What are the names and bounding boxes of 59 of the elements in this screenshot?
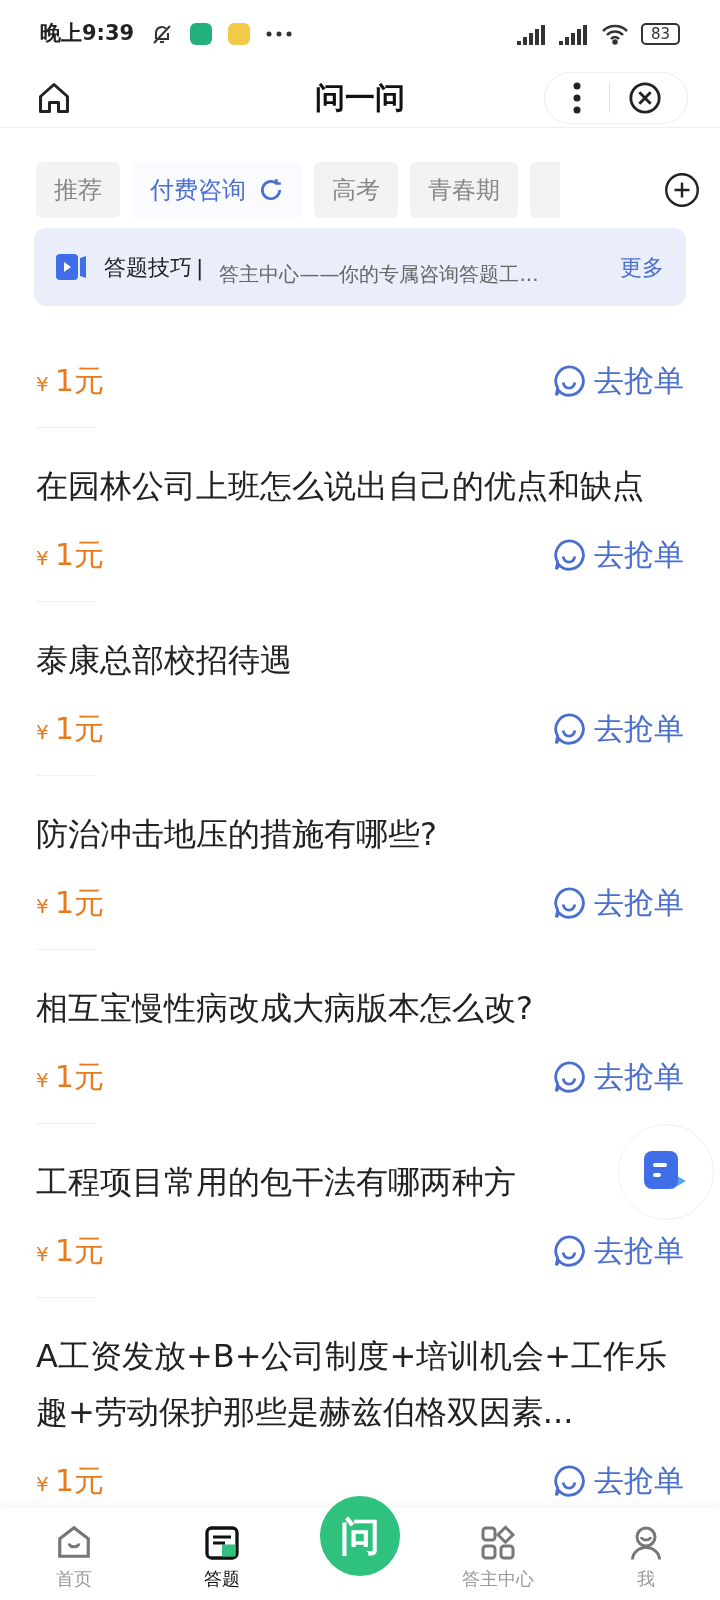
nav-tab[interactable]: 答主中心 [448, 1525, 548, 1592]
nav-tab[interactable]: 首页 [24, 1523, 124, 1592]
question-title[interactable]: 在园林公司上班怎么说出自己的优点和缺点 [36, 458, 684, 514]
category-tab[interactable]: 青春期 [410, 162, 518, 218]
home-nav-icon [55, 1523, 93, 1561]
smile-icon [552, 363, 586, 398]
price-label: ¥ 1元 [36, 536, 105, 574]
question-title[interactable]: 泰康总部校招待遇 [36, 632, 684, 688]
price-label: ¥ 1元 [36, 710, 105, 748]
smile-icon [552, 885, 586, 920]
wifi-icon [600, 23, 629, 45]
grab-order-button[interactable]: 去抢单 [552, 706, 684, 751]
question-title[interactable]: A工资发放+B+公司制度+培训机会+工作乐趣+劳动保护那些是赫兹伯格双因素... [36, 1328, 684, 1440]
me-nav-icon [628, 1525, 664, 1561]
tips-banner[interactable]: 答题技巧 | 答主中心——你的专属咨询答题工... 更多 [34, 228, 686, 306]
grab-order-button[interactable]: 去抢单 [552, 880, 684, 925]
smile-icon [552, 1233, 586, 1268]
grab-order-button[interactable]: 去抢单 [552, 358, 684, 403]
price-label: ¥ 1元 [36, 1058, 105, 1096]
battery-indicator: 83 [640, 23, 680, 45]
question-title[interactable]: 工程项目常用的包干法有哪两种方 [36, 1154, 594, 1210]
tips-label: 答题技巧 [104, 253, 192, 282]
hd-signal-icon [558, 23, 589, 45]
separator: | [196, 253, 204, 283]
price-label: ¥ 1元 [36, 1462, 105, 1500]
more-notifications-icon [266, 31, 293, 37]
smile-icon [552, 1059, 586, 1094]
close-icon[interactable] [628, 81, 662, 115]
tips-text: 答主中心——你的专属咨询答题工... [219, 261, 539, 288]
smile-icon [552, 537, 586, 572]
app-notification-icon [190, 23, 213, 45]
refresh-icon[interactable] [258, 177, 284, 203]
answer-nav-icon [204, 1525, 240, 1561]
smile-icon [552, 1463, 586, 1498]
question-title[interactable]: 防治冲击地压的措施有哪些? [36, 806, 684, 862]
home-icon[interactable] [36, 80, 72, 116]
message-notification-icon [228, 23, 251, 45]
more-icon[interactable] [573, 82, 581, 114]
signal-icon [516, 23, 547, 45]
grab-order-button[interactable]: 去抢单 [552, 1228, 684, 1273]
smile-icon [552, 711, 586, 746]
video-icon [56, 252, 88, 282]
category-tab[interactable]: 推荐 [36, 162, 120, 218]
question-title[interactable]: 相互宝慢性病改成大病版本怎么改? [36, 980, 684, 1036]
page-title: 问一问 [315, 79, 405, 117]
price-label: ¥ 1元 [36, 362, 105, 400]
more-link[interactable]: 更多 [620, 250, 664, 284]
grab-order-button[interactable]: 去抢单 [552, 1054, 684, 1099]
center-nav-icon [480, 1525, 516, 1561]
add-tab-icon[interactable] [664, 172, 700, 208]
price-label: ¥ 1元 [36, 1232, 105, 1270]
grab-order-button[interactable]: 去抢单 [552, 1458, 684, 1503]
nav-tab[interactable]: 我 [596, 1525, 696, 1592]
category-tab[interactable]: 付费咨询 [132, 162, 302, 218]
nav-tab[interactable]: 答题 [172, 1525, 272, 1592]
category-tab[interactable]: 高考 [314, 162, 398, 218]
grab-order-button[interactable]: 去抢单 [552, 532, 684, 577]
price-label: ¥ 1元 [36, 884, 105, 922]
status-time: 晚上9:39 [40, 20, 135, 48]
